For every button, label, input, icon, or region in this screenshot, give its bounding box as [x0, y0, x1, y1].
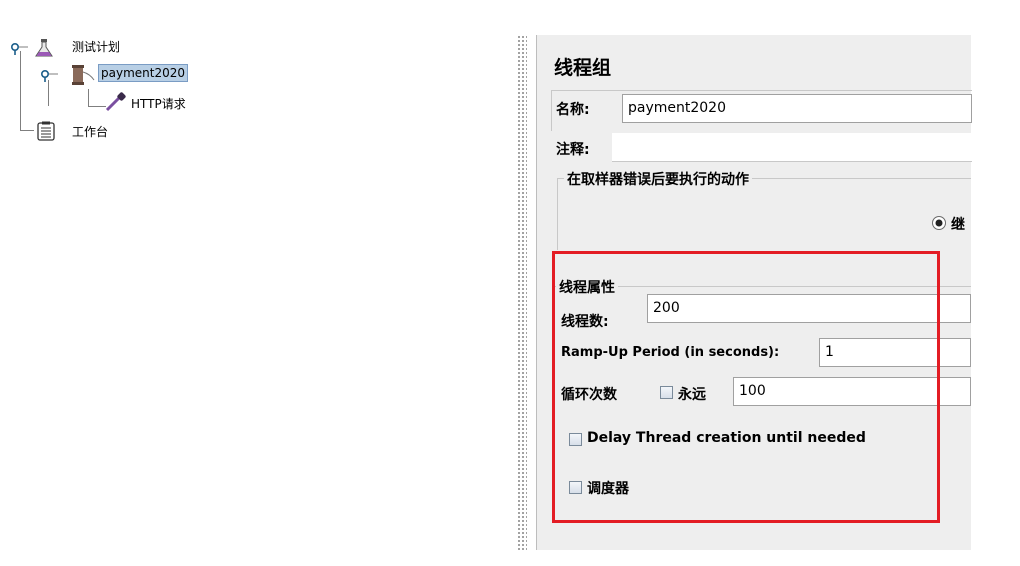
highlight-box: [552, 251, 940, 523]
tree-item-thread-group[interactable]: payment2020: [98, 64, 188, 82]
tree-connector: [88, 106, 106, 107]
panel-title: 线程组: [554, 57, 612, 79]
clipboard-icon: [37, 121, 55, 141]
spool-icon: [72, 65, 95, 85]
tree-connector: [48, 80, 49, 106]
comment-field[interactable]: [612, 133, 972, 162]
expand-handle-icon[interactable]: [10, 42, 28, 56]
radio-continue[interactable]: [931, 215, 947, 231]
expand-handle-icon[interactable]: [40, 69, 58, 83]
group-border: [557, 178, 558, 250]
tree-connector: [88, 89, 89, 106]
tree-item-http-request[interactable]: HTTP请求: [131, 96, 186, 112]
radio-continue-label: 继: [951, 217, 965, 233]
pipette-icon: [105, 92, 126, 112]
tree-connector: [20, 51, 21, 131]
flask-icon: [35, 39, 53, 57]
name-label: 名称:: [556, 102, 590, 118]
name-field[interactable]: payment2020: [622, 94, 972, 123]
tree-item-workbench[interactable]: 工作台: [72, 124, 108, 140]
comment-label: 注释:: [556, 142, 590, 158]
tree-connector: [20, 130, 34, 131]
sampler-error-legend: 在取样器错误后要执行的动作: [564, 169, 752, 189]
split-pane-divider[interactable]: [517, 35, 527, 550]
tree-item-test-plan[interactable]: 测试计划: [72, 39, 120, 55]
